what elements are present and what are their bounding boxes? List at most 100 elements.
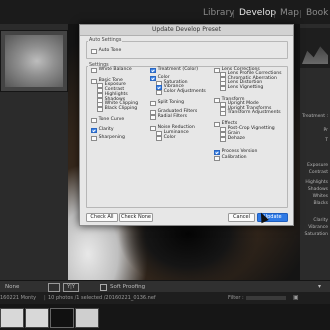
setting-process-version-label: Process Version [221,149,258,154]
setting-radial-filters-label: Radial Filters [157,114,188,119]
setting-sharpening-checkbox[interactable] [91,135,97,142]
setting-color-adjustments-checkbox[interactable] [156,89,162,96]
setting-white-balance-checkbox[interactable] [91,67,97,74]
setting-sharpening[interactable]: Sharpening [91,135,125,142]
setting-lens-vignetting-checkbox[interactable] [220,85,226,92]
dialog-title: Update Develop Preset [80,25,293,36]
setting-tone-curve-checkbox[interactable] [91,117,97,124]
module-develop[interactable]: Develop [239,8,276,18]
view-mode-label[interactable]: None [5,284,19,290]
setting-transform-adjustments-label: Transform Adjustments [227,110,281,115]
setting-clarity-checkbox[interactable] [91,127,97,134]
filter-dropdown[interactable] [246,296,286,300]
setting-split-toning-label: Split Toning [157,100,185,105]
preset-label: Pr [323,128,329,133]
highlights-label: Highlights [305,180,328,185]
whites-label: Whites [312,194,328,199]
setting-noise-reduction-checkbox[interactable] [150,125,156,132]
auto-tone-label: Auto Tone [98,48,122,53]
module-separator: | [273,9,276,18]
setting-transform-adjustments-checkbox[interactable] [220,110,226,117]
module-picker-bar: Library | Develop | Map | Book [0,0,330,24]
filter-label: Filter : [228,295,244,301]
navigator-thumbnail [5,35,63,87]
setting-color-label: Color [163,135,176,140]
loupe-view-icon[interactable] [48,283,60,292]
update-develop-preset-dialog: Update Develop Preset Auto Settings Auto… [79,24,294,226]
tone-label: T [325,138,328,143]
cancel-button[interactable]: Cancel [228,213,255,222]
filmstrip-thumbnail[interactable] [50,308,74,328]
setting-treatment-color-label: Treatment (Color) [157,67,199,72]
setting-split-toning-checkbox[interactable] [150,100,156,107]
auto-tone-checkbox[interactable] [91,48,97,55]
setting-tone-curve[interactable]: Tone Curve [91,117,125,124]
shadows-label: Shadows [307,187,328,192]
vibrance-label: Vibrance [308,225,328,230]
setting-lens-vignetting-label: Lens Vignetting [227,85,264,90]
soft-proofing-checkbox[interactable] [100,284,107,291]
setting-color-adjustments-label: Color Adjustments [163,89,206,94]
histogram [300,28,330,68]
separator: | [44,295,46,301]
folder-name[interactable]: 160221 Monty [0,295,36,301]
setting-white-balance[interactable]: White Balance [91,67,132,74]
setting-color[interactable]: Color [156,135,176,142]
setting-clarity-label: Clarity [98,127,114,132]
module-separator: | [299,9,302,18]
module-library[interactable]: Library [203,8,234,18]
setting-effects-checkbox[interactable] [214,121,220,128]
setting-transform-adjustments[interactable]: Transform Adjustments [220,110,281,117]
before-after-icon[interactable]: Y|Y [63,283,79,292]
check-all-button[interactable]: Check All [86,213,118,222]
setting-white-balance-label: White Balance [98,67,132,72]
setting-radial-filters-checkbox[interactable] [150,114,156,121]
setting-dehaze-checkbox[interactable] [220,136,226,143]
setting-color-checkbox[interactable] [150,75,156,82]
module-book[interactable]: Book [306,8,328,18]
navigator-preview[interactable] [0,30,68,92]
filmstrip-thumbnail[interactable] [75,308,99,328]
setting-dehaze-label: Dehaze [227,136,245,141]
auto-settings-legend: Auto Settings [88,38,123,43]
module-map[interactable]: Map [280,8,299,18]
setting-clarity[interactable]: Clarity [91,127,114,134]
toolbar-menu-icon[interactable]: ▾ [318,283,321,290]
setting-calibration-checkbox[interactable] [214,155,220,162]
setting-color-checkbox[interactable] [156,135,162,142]
filmstrip-info-bar: 160221 Monty | 10 photos /1 selected /20… [0,292,330,304]
filmstrip-thumbnail[interactable] [0,308,24,328]
contrast-label: Contrast [308,170,328,175]
check-none-button[interactable]: Check None [119,213,153,222]
setting-color-adjustments[interactable]: Color Adjustments [156,89,206,96]
setting-calibration[interactable]: Calibration [214,155,247,162]
setting-split-toning[interactable]: Split Toning [150,100,185,107]
setting-dehaze[interactable]: Dehaze [220,136,245,143]
setting-black-clipping-label: Black Clipping [104,106,138,111]
setting-transform-checkbox[interactable] [214,97,220,104]
setting-black-clipping-checkbox[interactable] [97,106,103,113]
blacks-label: Blacks [313,201,328,206]
soft-proofing-label: Soft Proofing [110,284,146,290]
filmstrip [0,304,330,330]
setting-tone-curve-label: Tone Curve [98,117,125,122]
setting-sharpening-label: Sharpening [98,135,125,140]
treatment-label: Treatment : [302,114,328,119]
filter-toggle-icon[interactable]: ▣ [293,294,299,301]
setting-lens-vignetting[interactable]: Lens Vignetting [220,85,264,92]
saturation-label: Saturation [304,232,328,237]
clarity-label: Clarity [313,218,328,223]
auto-tone-option[interactable]: Auto Tone [91,48,122,55]
setting-treatment-color[interactable]: Treatment (Color) [150,67,199,74]
filmstrip-thumbnail[interactable] [25,308,49,328]
selection-status: 10 photos /1 selected /20160221_0136.nef [48,295,156,301]
setting-treatment-color-checkbox[interactable] [150,67,156,74]
setting-calibration-label: Calibration [221,155,247,160]
exposure-label: Exposure [307,163,328,168]
setting-black-clipping[interactable]: Black Clipping [97,106,138,113]
left-panel [0,24,68,280]
setting-radial-filters[interactable]: Radial Filters [150,114,188,121]
setting-lens-corrections-checkbox[interactable] [214,67,220,74]
setting-basic-tone-checkbox[interactable] [91,78,97,85]
module-separator: | [232,9,235,18]
